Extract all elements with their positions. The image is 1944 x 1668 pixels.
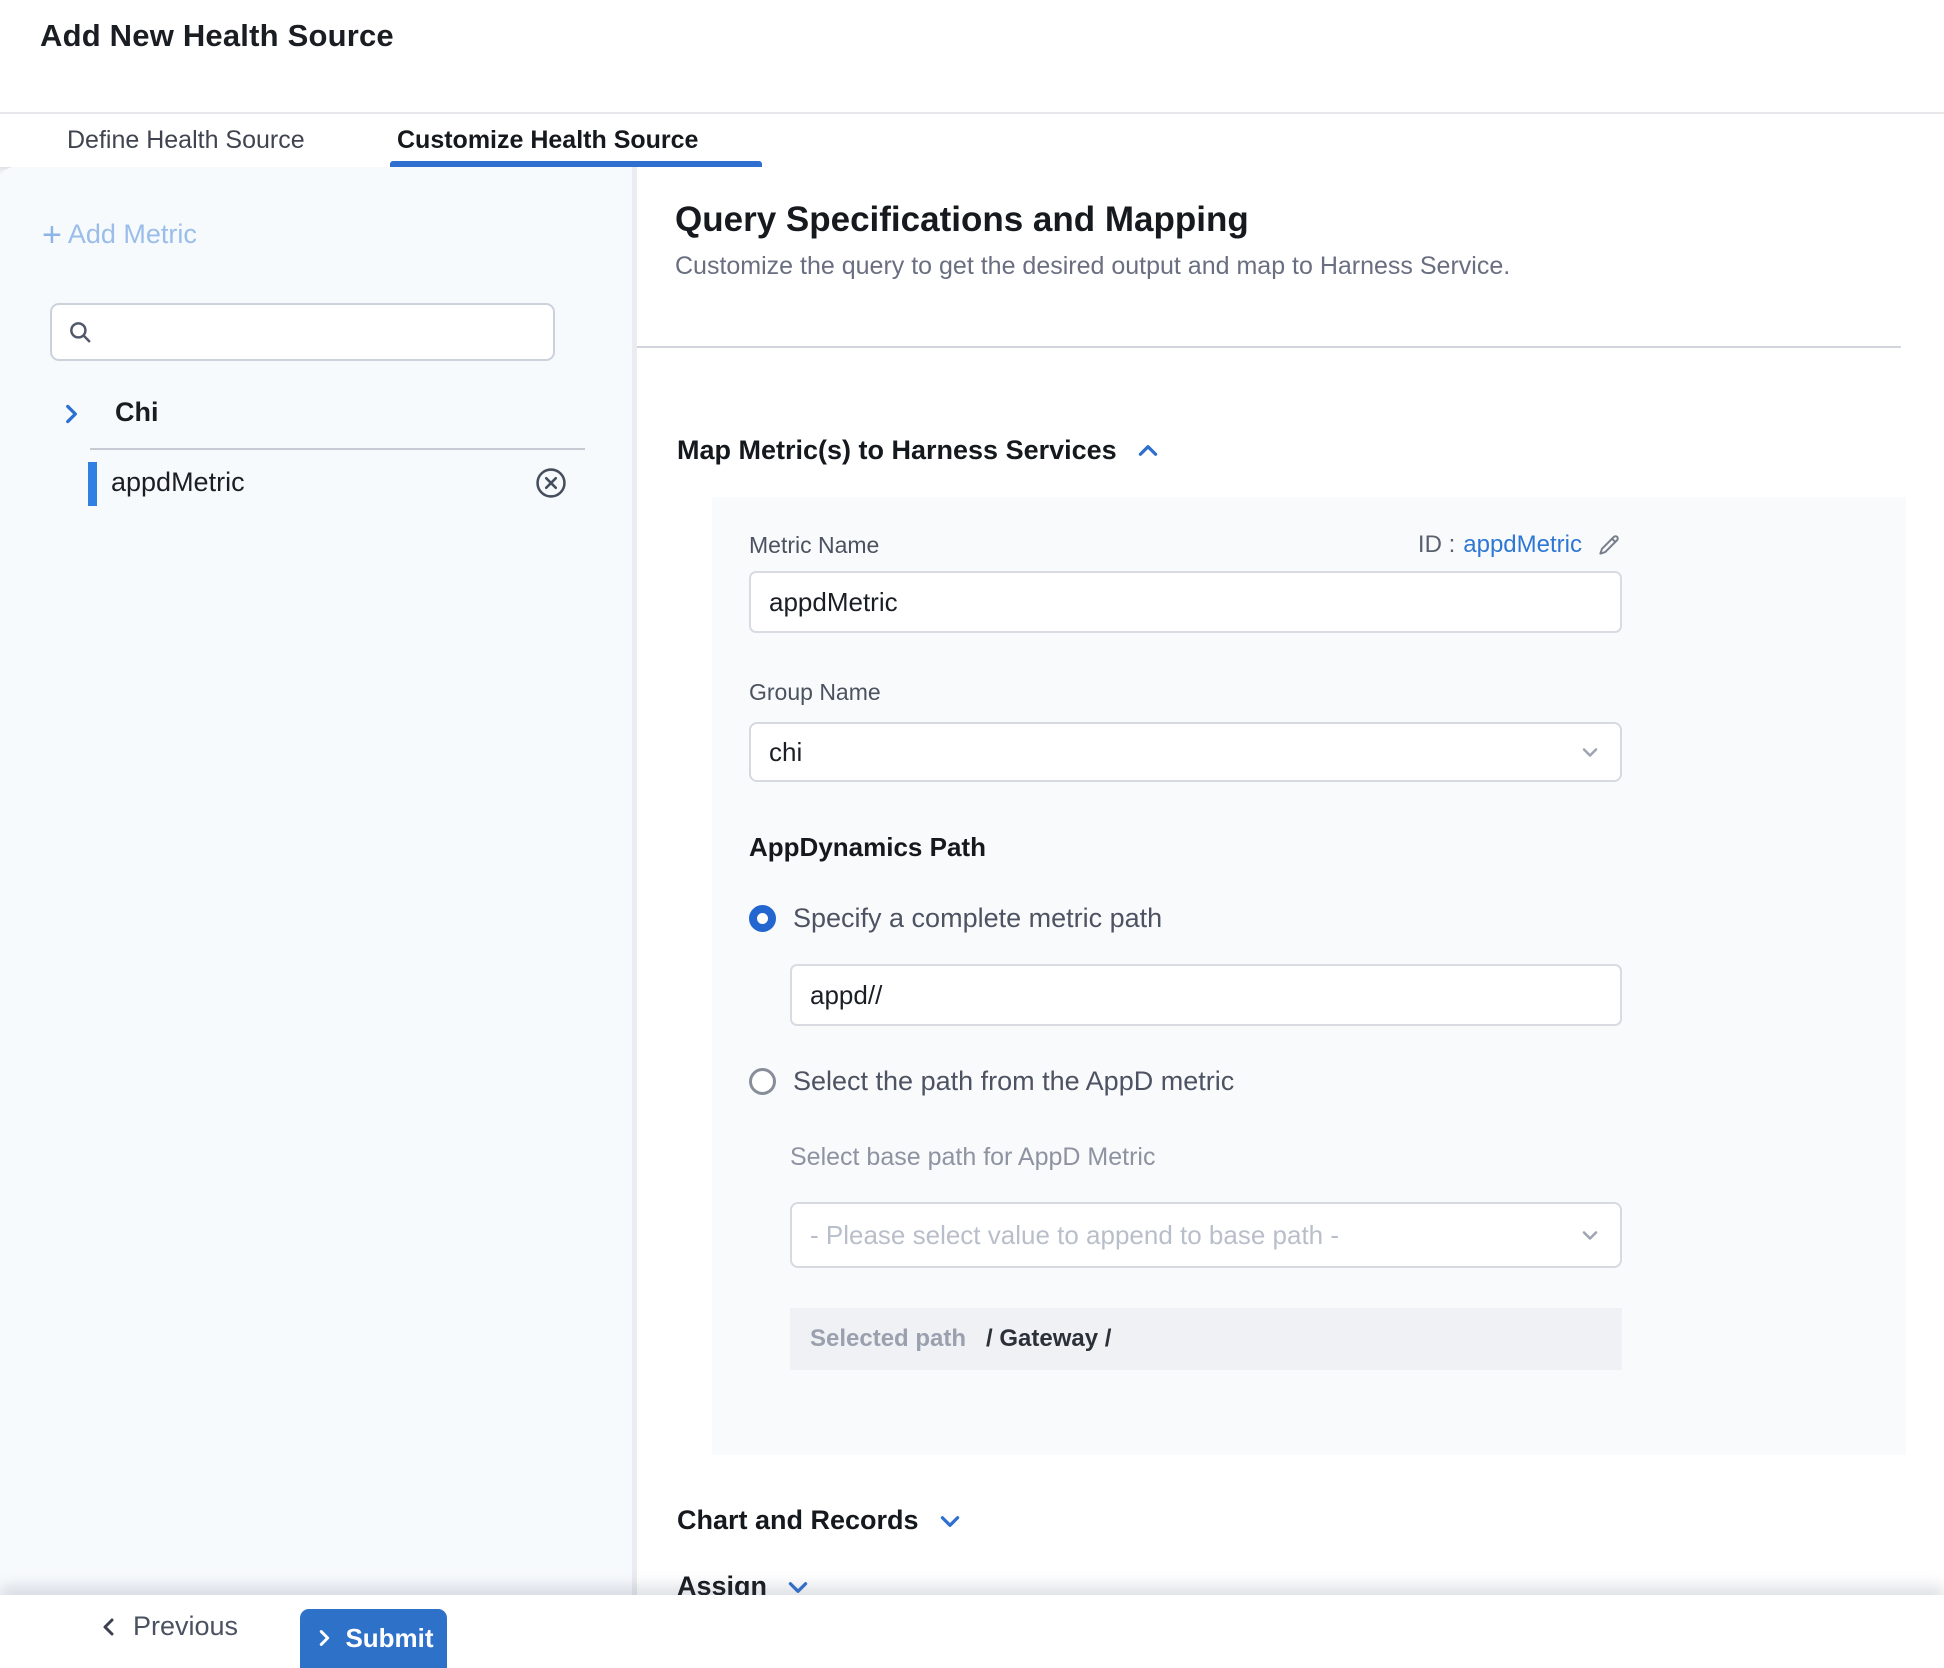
- selected-path-bar: Selected path / Gateway /: [790, 1308, 1622, 1370]
- chevron-up-icon[interactable]: [1135, 438, 1161, 464]
- add-new-health-source-dialog: Add New Health Source Define Health Sour…: [0, 0, 1944, 1668]
- add-metric-button[interactable]: + Add Metric: [42, 219, 197, 250]
- metric-name-label: Metric Name: [749, 532, 879, 559]
- metrics-sidebar: + Add Metric Chi appdMet: [0, 167, 637, 1595]
- query-spec-pane: Query Specifications and Mapping Customi…: [637, 167, 1944, 1595]
- radio-complete-metric-path[interactable]: Specify a complete metric path: [749, 903, 1622, 934]
- tree-divider: [90, 448, 585, 450]
- previous-button[interactable]: Previous: [97, 1611, 238, 1642]
- chevron-down-icon: [1578, 740, 1602, 764]
- radio-complete-metric-path-label: Specify a complete metric path: [793, 903, 1162, 934]
- base-path-placeholder: - Please select value to append to base …: [810, 1220, 1339, 1251]
- group-name-label: Group Name: [749, 679, 1622, 706]
- chevron-left-icon: [97, 1615, 121, 1639]
- chevron-down-icon[interactable]: [937, 1508, 963, 1534]
- content-region: + Add Metric Chi appdMet: [0, 167, 1944, 1595]
- complete-metric-path-input[interactable]: [790, 964, 1622, 1026]
- group-name-select[interactable]: chi: [749, 722, 1622, 782]
- selected-metric-indicator: [88, 462, 97, 506]
- chevron-right-icon: [313, 1623, 335, 1653]
- previous-button-label: Previous: [133, 1611, 238, 1642]
- selected-path-value: / Gateway /: [986, 1325, 1111, 1353]
- base-path-label: Select base path for AppD Metric: [790, 1143, 1622, 1172]
- map-metrics-form-card: Metric Name ID : appdMetric: [712, 497, 1906, 1455]
- edit-id-icon[interactable]: [1596, 532, 1622, 558]
- metric-name-input[interactable]: [749, 571, 1622, 633]
- metric-id-value[interactable]: appdMetric: [1463, 531, 1582, 559]
- metric-group-label: Chi: [115, 397, 159, 428]
- submit-button[interactable]: Submit: [300, 1609, 447, 1668]
- chevron-down-icon: [1578, 1223, 1602, 1247]
- appdynamics-path-heading: AppDynamics Path: [749, 832, 1622, 863]
- metric-group-row[interactable]: Chi: [0, 395, 632, 439]
- metric-search-box[interactable]: [50, 303, 555, 361]
- metric-id-prefix: ID :: [1418, 531, 1455, 559]
- dialog-header: Add New Health Source: [0, 0, 1944, 112]
- map-metrics-section-toggle[interactable]: Map Metric(s) to Harness Services: [677, 435, 1161, 466]
- base-path-select[interactable]: - Please select value to append to base …: [790, 1202, 1622, 1268]
- delete-metric-icon[interactable]: [534, 466, 568, 500]
- radio-selected-icon[interactable]: [749, 905, 776, 932]
- radio-select-appd-path-label: Select the path from the AppD metric: [793, 1066, 1234, 1097]
- page-title: Query Specifications and Mapping: [675, 200, 1249, 240]
- header-divider: [637, 346, 1901, 348]
- chevron-right-icon[interactable]: [58, 399, 84, 434]
- map-metrics-section-title: Map Metric(s) to Harness Services: [677, 435, 1117, 466]
- metric-item-label: appdMetric: [111, 467, 245, 498]
- tab-define-health-source[interactable]: Define Health Source: [67, 114, 305, 167]
- page-subtitle: Customize the query to get the desired o…: [675, 252, 1510, 281]
- chart-and-records-label: Chart and Records: [677, 1505, 919, 1536]
- plus-icon: +: [42, 220, 62, 250]
- radio-unselected-icon[interactable]: [749, 1068, 776, 1095]
- group-name-value: chi: [769, 737, 802, 768]
- metric-search-input[interactable]: [93, 305, 553, 359]
- search-icon: [67, 319, 93, 345]
- metric-list-item[interactable]: appdMetric: [0, 455, 632, 515]
- radio-select-appd-path[interactable]: Select the path from the AppD metric: [749, 1066, 1622, 1097]
- add-metric-label: Add Metric: [68, 219, 197, 250]
- tab-customize-health-source[interactable]: Customize Health Source: [397, 114, 698, 167]
- tab-bar: Define Health Source Customize Health So…: [0, 112, 1944, 167]
- selected-path-label: Selected path: [810, 1325, 966, 1353]
- chart-and-records-section-toggle[interactable]: Chart and Records: [677, 1505, 963, 1536]
- dialog-title: Add New Health Source: [40, 18, 394, 54]
- submit-button-label: Submit: [345, 1623, 433, 1654]
- footer-bar: Previous Submit: [0, 1595, 1944, 1668]
